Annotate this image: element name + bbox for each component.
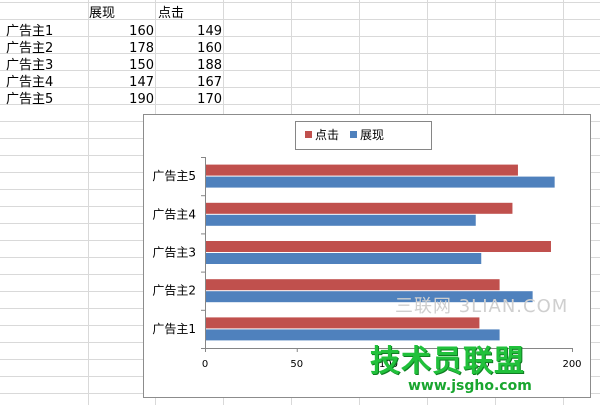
y-tick-label: 广告主2: [152, 284, 196, 298]
impressions-bar: [206, 176, 555, 188]
row-label[interactable]: 广告主4: [6, 74, 53, 91]
watermark-faint-text: 三联网 3LIAN.COM: [395, 296, 569, 317]
clicks-bar: [206, 279, 500, 291]
clicks-bar: [206, 202, 513, 214]
y-tick-label: 广告主5: [152, 169, 196, 183]
impressions-cell[interactable]: 150: [88, 57, 154, 74]
impressions-cell[interactable]: 190: [88, 91, 154, 108]
row-label[interactable]: 广告主1: [6, 23, 53, 40]
row-label[interactable]: 广告主3: [6, 57, 53, 74]
header-clicks[interactable]: 点击: [158, 5, 184, 22]
watermark-logo-text: 技术员联盟: [370, 344, 525, 379]
x-tick-label: 0: [202, 359, 208, 370]
legend-swatch: [305, 131, 312, 138]
clicks-bar: [206, 241, 551, 252]
header-impressions[interactable]: 展现: [89, 5, 115, 22]
clicks-cell[interactable]: 188: [158, 57, 222, 74]
impressions-cell[interactable]: 178: [88, 40, 154, 57]
watermark-url-text: www.jsgho.com: [408, 378, 532, 394]
impressions-cell[interactable]: 147: [88, 74, 154, 91]
clicks-cell[interactable]: 170: [158, 91, 222, 108]
row-label[interactable]: 广告主5: [6, 91, 53, 108]
y-tick-label: 广告主4: [152, 207, 196, 221]
impressions-bar: [206, 214, 476, 226]
y-tick-label: 广告主1: [152, 322, 196, 336]
impressions-bar: [206, 253, 482, 264]
clicks-cell[interactable]: 167: [158, 74, 222, 91]
x-tick-label: 50: [290, 359, 303, 370]
y-tick-label: 广告主3: [152, 246, 196, 260]
clicks-cell[interactable]: 149: [158, 23, 222, 40]
impressions-cell[interactable]: 160: [88, 23, 154, 40]
spreadsheet: 展现 点击 广告主1 160 149 广告主2 178 160 广告主3 150…: [0, 0, 600, 405]
legend-swatch: [350, 131, 357, 138]
chart-legend: 点击 展现: [295, 121, 432, 150]
clicks-bar: [206, 317, 480, 329]
clicks-bar: [206, 164, 518, 176]
x-tick-label: 200: [562, 359, 581, 370]
clicks-cell[interactable]: 160: [158, 40, 222, 57]
row-label[interactable]: 广告主2: [6, 40, 53, 57]
legend-label: 展现: [360, 128, 384, 142]
legend-label: 点击: [315, 128, 339, 142]
